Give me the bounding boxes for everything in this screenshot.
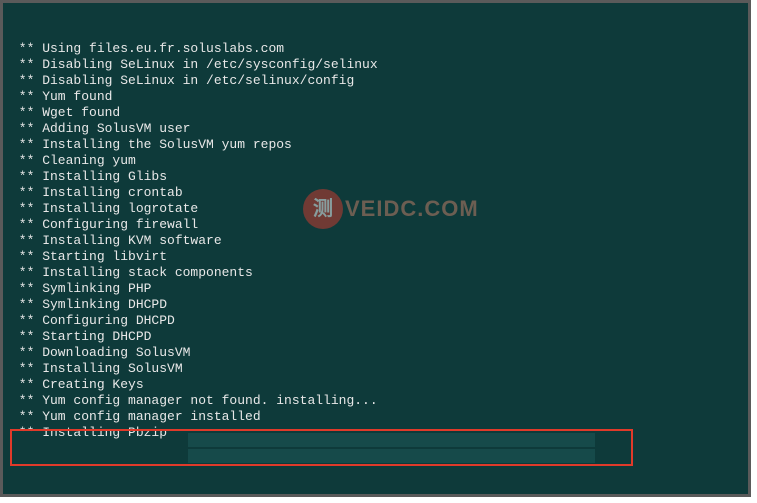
- id-password-value-masked: [188, 449, 595, 463]
- install-log: ** Using files.eu.fr.soluslabs.com ** Di…: [11, 41, 748, 441]
- log-line: ** Adding SolusVM user: [11, 121, 748, 137]
- log-line: ** Installing SolusVM: [11, 361, 748, 377]
- log-line: ** Installing Glibs: [11, 169, 748, 185]
- id-key-value-masked: [188, 433, 595, 447]
- log-line: ** Installing logrotate: [11, 201, 748, 217]
- log-line: ** Installing crontab: [11, 185, 748, 201]
- log-line: ** Starting libvirt: [11, 249, 748, 265]
- terminal-window: ** Using files.eu.fr.soluslabs.com ** Di…: [0, 0, 751, 497]
- log-line: ** Installing stack components: [11, 265, 748, 281]
- log-line: ** Disabling SeLinux in /etc/selinux/con…: [11, 73, 748, 89]
- log-line: ** Yum config manager installed: [11, 409, 748, 425]
- log-line: ** Wget found: [11, 105, 748, 121]
- blank-line: [11, 473, 748, 489]
- log-line: ** Configuring firewall: [11, 217, 748, 233]
- log-line: ** Disabling SeLinux in /etc/sysconfig/s…: [11, 57, 748, 73]
- log-line: ** Yum config manager not found. install…: [11, 393, 748, 409]
- log-line: ** Installing KVM software: [11, 233, 748, 249]
- log-line: ** Creating Keys: [11, 377, 748, 393]
- log-line: ** Symlinking PHP: [11, 281, 748, 297]
- log-line: ** Yum found: [11, 89, 748, 105]
- log-line: ** Downloading SolusVM: [11, 345, 748, 361]
- log-line: ** Symlinking DHCPD: [11, 297, 748, 313]
- log-line: ** Installing the SolusVM yum repos: [11, 137, 748, 153]
- log-line: ** Starting DHCPD: [11, 329, 748, 345]
- log-line: ** Using files.eu.fr.soluslabs.com: [11, 41, 748, 57]
- log-line: ** Cleaning yum: [11, 153, 748, 169]
- log-line: ** Configuring DHCPD: [11, 313, 748, 329]
